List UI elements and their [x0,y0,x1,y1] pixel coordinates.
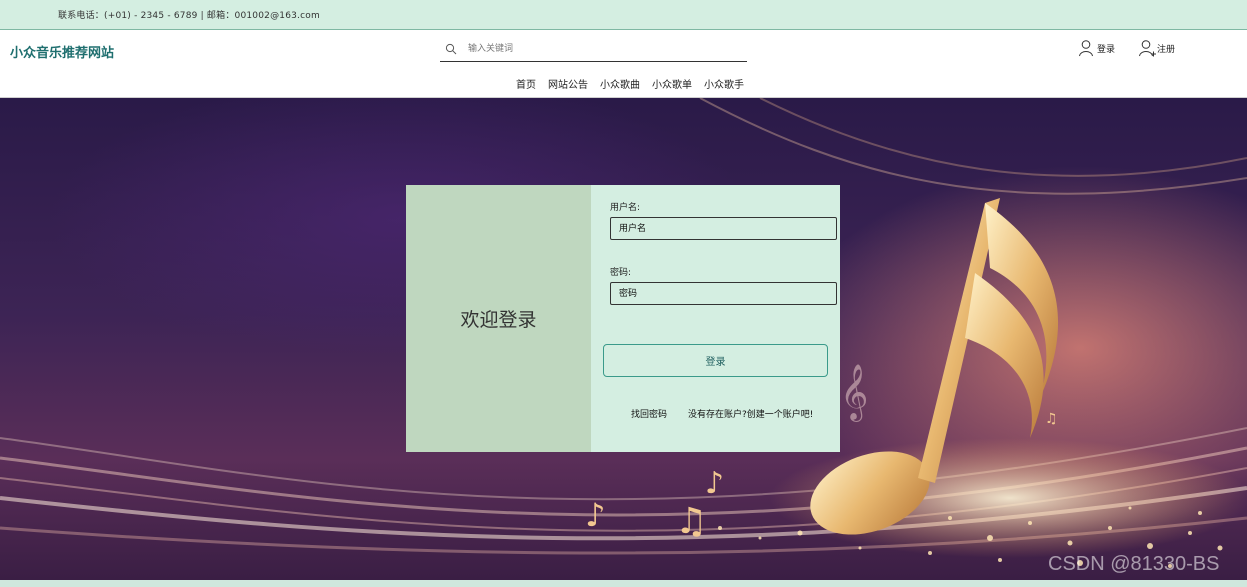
svg-text:𝄞: 𝄞 [840,364,868,422]
register-link[interactable]: 注册 [1138,39,1175,57]
register-label: 注册 [1157,44,1176,55]
username-label: 用户名: [610,203,641,213]
nav-item-singers[interactable]: 小众歌手 [704,76,744,91]
login-button[interactable]: 登录 [603,344,828,377]
site-header: 小众音乐推荐网站 登录 注册 首页 网站公告 小众歌曲 小众歌单 小众歌手 [0,31,1247,98]
username-field[interactable] [610,217,837,240]
password-field[interactable] [610,282,837,305]
user-icon [1079,40,1093,57]
welcome-panel: 欢迎登录 [406,185,591,452]
forgot-password-link[interactable]: 找回密码 [631,407,667,420]
contact-bar: 联系电话：(+01) - 2345 - 6789 | 邮箱：001002@163… [0,0,1247,30]
login-form: 用户名: 密码: 登录 找回密码 没有存在账户?创建一个账户吧! [591,185,840,452]
login-link[interactable]: 登录 [1078,39,1115,57]
nav-item-playlists[interactable]: 小众歌单 [652,76,692,91]
nav-item-home[interactable]: 首页 [516,76,536,91]
login-card: 欢迎登录 用户名: 密码: 登录 找回密码 没有存在账户?创建一个账户吧! [406,185,840,452]
search-bar [440,37,747,62]
add-user-icon [1139,40,1156,57]
contact-info: 联系电话：(+01) - 2345 - 6789 | 邮箱：001002@163… [58,11,320,21]
search-icon[interactable] [445,43,457,55]
password-label: 密码: [610,268,632,278]
create-account-link[interactable]: 没有存在账户?创建一个账户吧! [688,407,813,420]
site-title[interactable]: 小众音乐推荐网站 [10,42,114,61]
login-label: 登录 [1097,44,1116,55]
welcome-heading: 欢迎登录 [460,309,537,331]
nav-item-announcements[interactable]: 网站公告 [548,76,588,91]
search-input[interactable] [468,41,738,57]
svg-text:♫: ♫ [1045,411,1058,427]
svg-text:♪: ♪ [705,466,724,501]
nav-item-songs[interactable]: 小众歌曲 [600,76,640,91]
svg-text:♫: ♫ [675,501,707,542]
svg-text:♪: ♪ [585,496,605,534]
footer-strip [0,580,1247,587]
watermark: CSDN @81330-BS [1048,553,1220,575]
